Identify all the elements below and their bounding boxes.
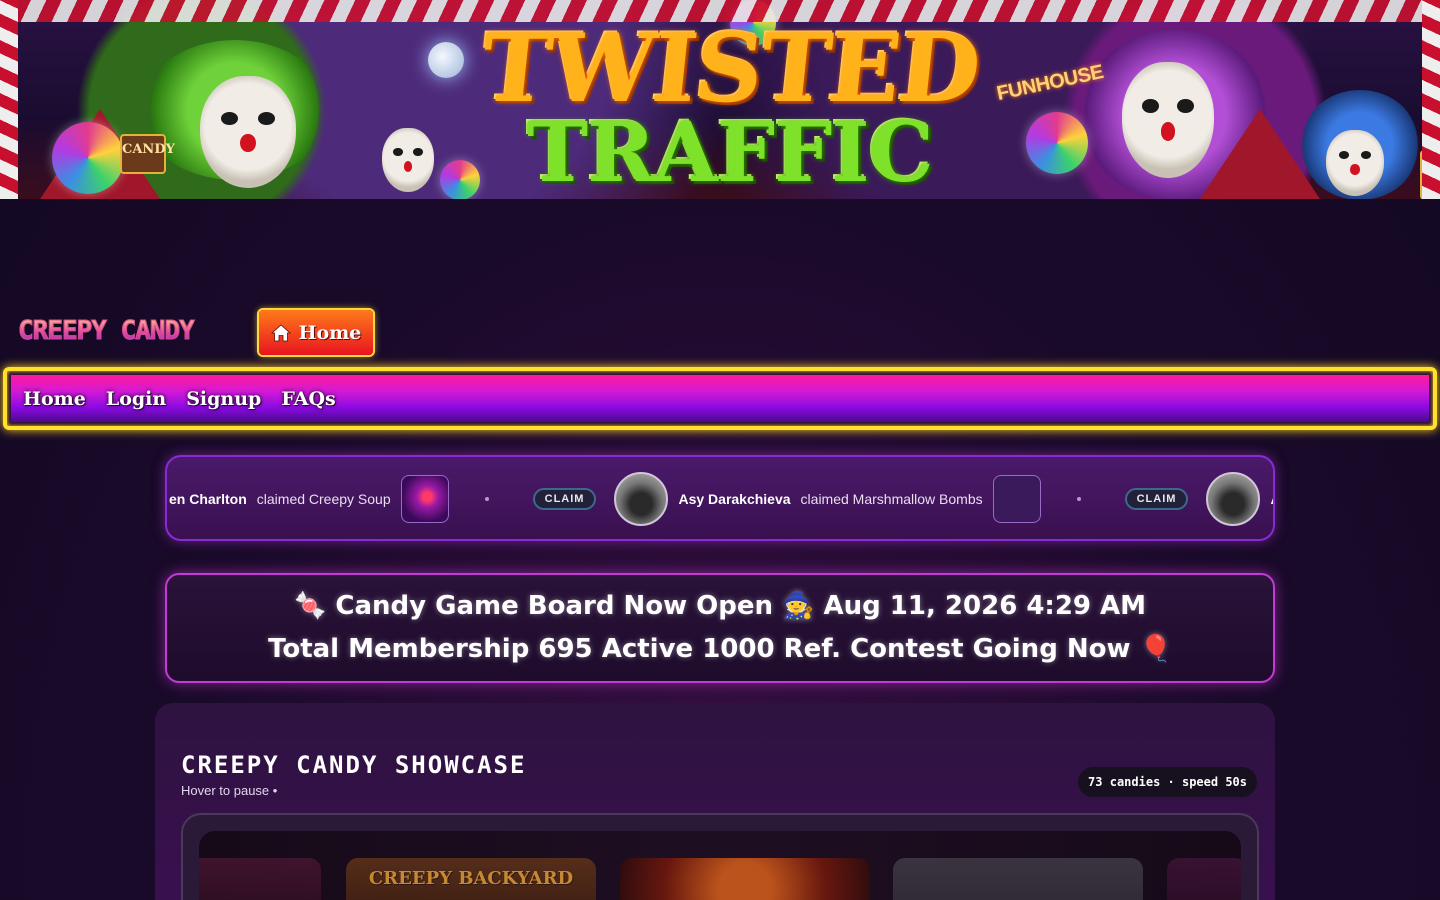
candy-cane-border: [0, 0, 18, 199]
showcase-card[interactable]: [893, 858, 1143, 900]
showcase-card[interactable]: [620, 858, 870, 900]
candy-thumbnail: [400, 475, 449, 523]
ticker-action: claimed Creepy Soup: [256, 491, 391, 507]
house-icon: [270, 323, 291, 341]
showcase-card[interactable]: [199, 858, 321, 900]
showcase-subtitle: Hover to pause •: [181, 783, 278, 798]
claims-ticker: en Charlton claimed Creepy Soup CLAIM As…: [165, 455, 1275, 541]
candy-showcase: CREEPY CANDY SHOWCASE Hover to pause • 7…: [155, 703, 1275, 900]
nav-link-login[interactable]: Login: [106, 388, 166, 410]
home-button[interactable]: Home: [259, 310, 373, 355]
clown-face: [200, 76, 296, 188]
ticker-track: en Charlton claimed Creepy Soup CLAIM As…: [169, 457, 1273, 539]
showcase-card[interactable]: [1167, 858, 1241, 900]
banner-logo: TWISTED TRAFFIC: [470, 14, 990, 199]
nav-bar: Home Login Signup FAQs: [11, 375, 1429, 422]
carousel-track: CREEPY BACKYARD: [199, 831, 1241, 900]
separator-dot: [484, 497, 489, 501]
separator-dot: [1076, 497, 1081, 501]
lollipop: [52, 122, 124, 194]
moon: [428, 42, 464, 78]
circus-tent: [1200, 109, 1320, 199]
clown-face: [1326, 130, 1384, 196]
banner-title-line2: TRAFFIC: [527, 105, 934, 199]
candy-cane-border: [0, 0, 1440, 22]
claim-button[interactable]: CLAIM: [1124, 488, 1189, 510]
candy-sign: CANDY: [120, 134, 175, 174]
user-avatar: [614, 472, 669, 526]
showcase-carousel[interactable]: CREEPY BACKYARD: [181, 813, 1259, 900]
banner-title-line1: TWISTED: [475, 14, 985, 124]
nav-link-faqs[interactable]: FAQs: [281, 388, 335, 410]
user-avatar: [1206, 472, 1261, 526]
ticker-user-name: A: [1270, 491, 1273, 507]
showcase-card[interactable]: CREEPY BACKYARD: [346, 858, 596, 900]
ticker-user-name: en Charlton: [169, 491, 247, 507]
main-nav: Home Login Signup FAQs: [3, 367, 1437, 430]
clown-face: [382, 128, 434, 192]
clown-face: [1122, 62, 1214, 178]
ticker-action: claimed Marshmallow Bombs: [800, 491, 983, 507]
site-brand[interactable]: CREEPY CANDY: [18, 316, 196, 347]
hero-banner: CANDY FUNHOUSE EN TWISTED TRAFFIC: [0, 0, 1440, 199]
nav-link-home[interactable]: Home: [23, 388, 86, 410]
home-button-label: Home: [298, 321, 362, 344]
announcement-banner: 🍬 Candy Game Board Now Open 🧙 Aug 11, 20…: [165, 573, 1275, 683]
showcase-meta-badge: 73 candies · speed 50s: [1078, 767, 1257, 797]
announcement-text: 🍬 Candy Game Board Now Open 🧙 Aug 11, 20…: [268, 591, 1172, 664]
nav-link-signup[interactable]: Signup: [186, 388, 261, 410]
showcase-title: CREEPY CANDY SHOWCASE: [181, 751, 527, 779]
candy-thumbnail: [992, 475, 1041, 523]
candy-cane-border: [1422, 0, 1440, 199]
ticker-user-name: Asy Darakchieva: [678, 491, 791, 507]
showcase-card-label: CREEPY BACKYARD: [368, 868, 574, 889]
lollipop: [1026, 112, 1088, 174]
claim-button[interactable]: CLAIM: [532, 488, 597, 510]
